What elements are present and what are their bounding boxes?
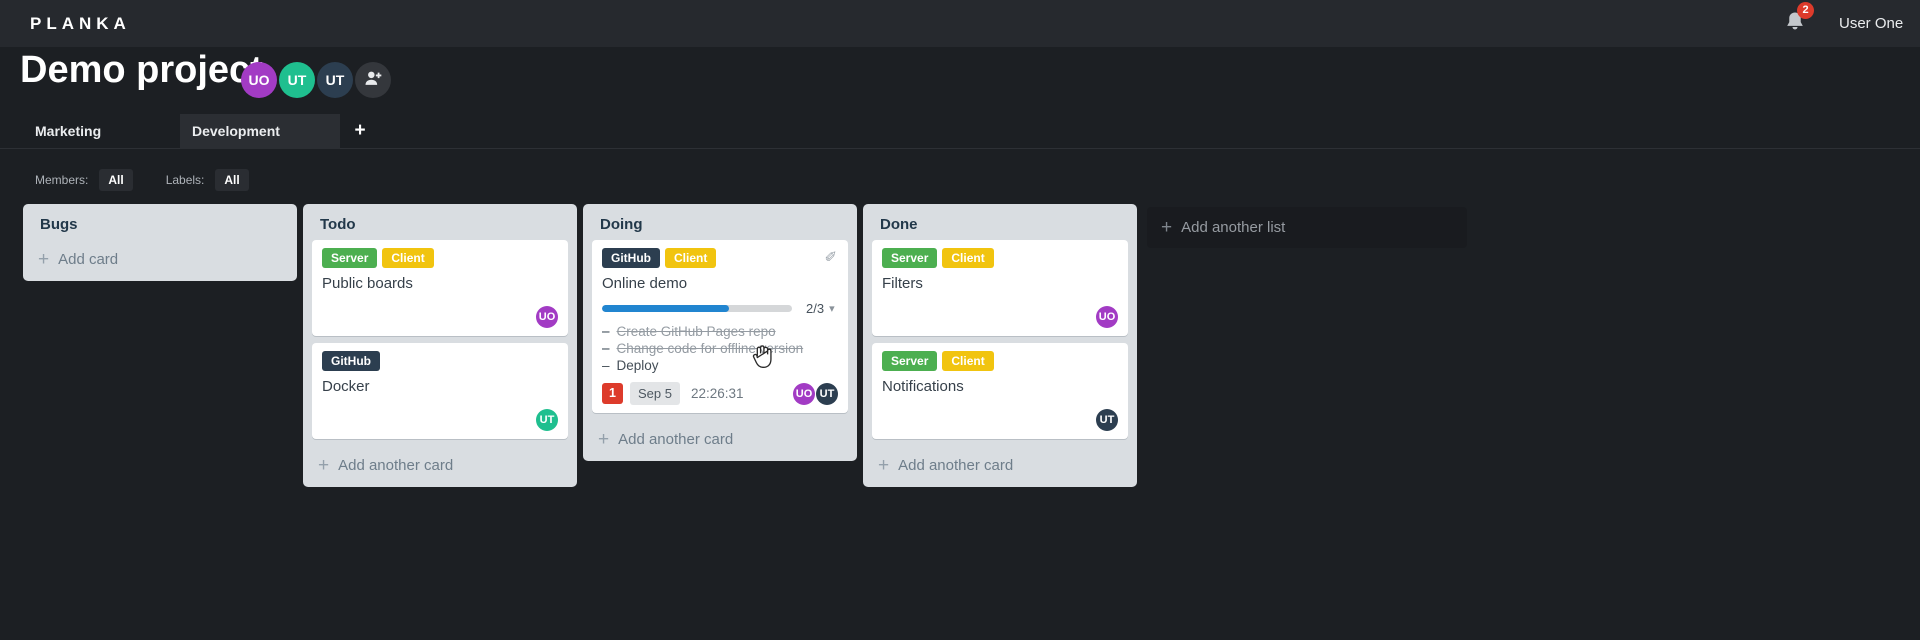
card-title: Public boards	[322, 275, 413, 292]
label-chip[interactable]: Client	[942, 351, 994, 371]
task-text: Change code for offline version	[616, 341, 804, 356]
add-card-button[interactable]: + Add another card	[303, 446, 577, 487]
add-card-button[interactable]: + Add another card	[583, 420, 857, 461]
plus-icon: +	[1161, 216, 1173, 238]
list-name[interactable]: Doing	[583, 204, 857, 240]
members-filter-value[interactable]: All	[99, 169, 133, 191]
add-card-button[interactable]: + Add card	[23, 240, 297, 281]
filter-bar: Members: All Labels: All	[35, 169, 249, 191]
add-board-button[interactable]: +	[341, 114, 379, 149]
card-title: Notifications	[882, 378, 964, 395]
label-chip[interactable]: Client	[942, 248, 994, 268]
due-date-badge[interactable]: Sep 5	[630, 382, 680, 405]
add-card-label: Add card	[58, 251, 119, 268]
label-chip[interactable]: Server	[882, 248, 938, 268]
dash-icon: –	[602, 341, 610, 356]
tasks-progress: 2/3 ▾	[602, 301, 838, 316]
plus-icon: +	[38, 248, 50, 270]
card-filters[interactable]: Server Client Filters UO	[872, 240, 1128, 336]
label-chip[interactable]: Client	[665, 248, 717, 268]
card-title: Docker	[322, 378, 370, 395]
labels-filter-value[interactable]: All	[215, 169, 249, 191]
list-todo: Todo Server Client Public boards UO GitH…	[303, 204, 577, 487]
list-name[interactable]: Done	[863, 204, 1137, 240]
plus-icon: +	[878, 454, 890, 476]
list-bugs: Bugs + Add card	[23, 204, 297, 281]
tab-development[interactable]: Development	[180, 114, 340, 149]
dash-icon: –	[602, 324, 610, 339]
add-card-label: Add another card	[898, 457, 1014, 474]
plus-icon: +	[354, 120, 366, 141]
list-name[interactable]: Bugs	[23, 204, 297, 240]
label-chip[interactable]: GitHub	[322, 351, 380, 371]
user-menu[interactable]: User One	[1839, 0, 1903, 47]
card-online-demo[interactable]: ✎ GitHub Client Online demo 2/3 ▾ – Crea…	[592, 240, 848, 413]
person-plus-icon	[363, 68, 383, 93]
top-bar: PLANKA 2 User One	[0, 0, 1920, 47]
edit-card-icon[interactable]: ✎	[823, 250, 841, 263]
labels-filter-label: Labels:	[165, 173, 205, 187]
label-chip[interactable]: Client	[382, 248, 434, 268]
progress-fill	[602, 305, 730, 312]
avatar[interactable]: UT	[816, 382, 838, 405]
card-notifications[interactable]: Server Client Notifications UT	[872, 343, 1128, 439]
task-text: Create GitHub Pages repo	[616, 324, 776, 339]
project-members: UO UT UT	[241, 62, 391, 98]
card-notification-badge: 1	[602, 383, 623, 404]
add-list-label: Add another list	[1181, 219, 1286, 236]
task-item[interactable]: – Deploy	[602, 357, 838, 374]
list-name[interactable]: Todo	[303, 204, 577, 240]
avatar[interactable]: UT	[536, 409, 558, 431]
tab-marketing[interactable]: Marketing	[23, 114, 180, 149]
label-chip[interactable]: Server	[882, 351, 938, 371]
label-chip[interactable]: Server	[322, 248, 378, 268]
add-card-label: Add another card	[338, 457, 454, 474]
list-done: Done Server Client Filters UO Server Cli…	[863, 204, 1137, 487]
notification-count-badge[interactable]: 2	[1797, 2, 1814, 19]
app-logo[interactable]: PLANKA	[30, 0, 131, 47]
add-list-button[interactable]: + Add another list	[1147, 207, 1467, 248]
progress-count: 2/3	[806, 301, 825, 316]
timer-badge[interactable]: 22:26:31	[691, 386, 744, 401]
project-title[interactable]: Demo project	[20, 46, 263, 94]
task-item[interactable]: – Create GitHub Pages repo	[602, 323, 838, 340]
plus-icon: +	[598, 428, 610, 450]
add-member-button[interactable]	[355, 62, 391, 98]
add-card-button[interactable]: + Add another card	[863, 446, 1137, 487]
dash-icon: –	[602, 358, 610, 373]
list-doing: Doing ✎ GitHub Client Online demo 2/3 ▾ …	[583, 204, 857, 461]
avatar[interactable]: UO	[793, 382, 815, 405]
add-card-label: Add another card	[618, 431, 734, 448]
chevron-down-icon[interactable]: ▾	[829, 302, 835, 315]
avatar[interactable]: UT	[317, 62, 353, 98]
avatar[interactable]: UT	[1096, 409, 1118, 431]
plus-icon: +	[318, 454, 330, 476]
board-tabs: Marketing Development +	[0, 114, 1920, 149]
card-public-boards[interactable]: Server Client Public boards UO	[312, 240, 568, 336]
card-title: Online demo	[602, 275, 688, 292]
avatar[interactable]: UT	[279, 62, 315, 98]
task-text: Deploy	[616, 358, 659, 373]
avatar[interactable]: UO	[1096, 306, 1118, 328]
progress-bar	[602, 305, 792, 312]
card-title: Filters	[882, 275, 923, 292]
members-filter-label: Members:	[35, 173, 89, 187]
bell-icon	[1782, 12, 1808, 39]
card-docker[interactable]: GitHub Docker UT	[312, 343, 568, 439]
avatar[interactable]: UO	[241, 62, 277, 98]
label-chip[interactable]: GitHub	[602, 248, 660, 268]
planka-app: PLANKA 2 User One Demo project UO UT UT	[0, 0, 1920, 640]
task-item[interactable]: – Change code for offline version	[602, 340, 838, 357]
avatar[interactable]: UO	[536, 306, 558, 328]
